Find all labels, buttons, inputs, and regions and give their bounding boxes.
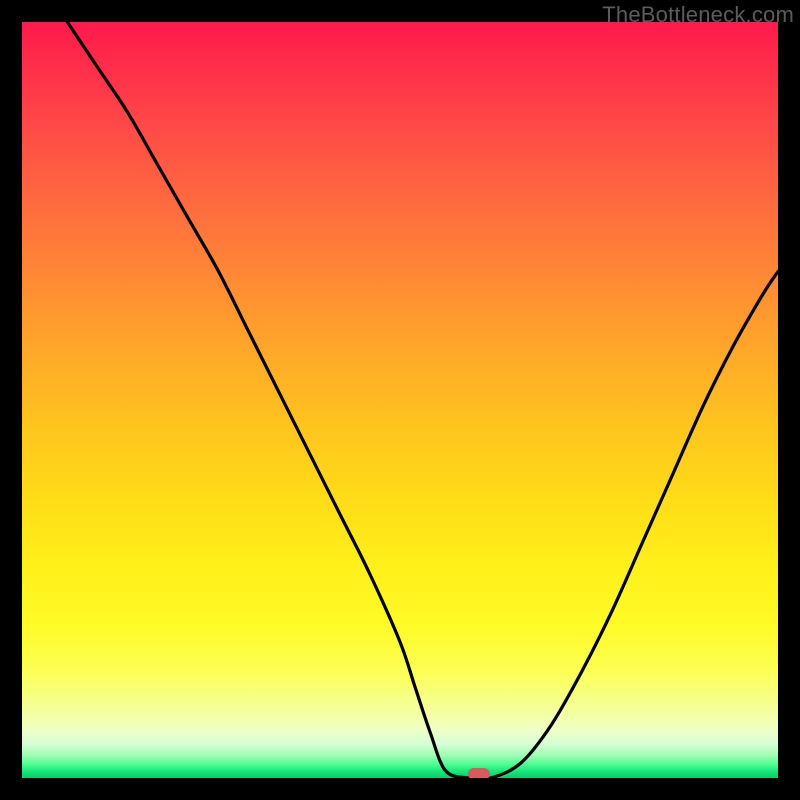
bottleneck-curve (22, 22, 778, 778)
chart-frame: TheBottleneck.com (0, 0, 800, 800)
watermark-text: TheBottleneck.com (602, 2, 794, 28)
minimum-marker (468, 768, 490, 778)
plot-area (22, 22, 778, 778)
